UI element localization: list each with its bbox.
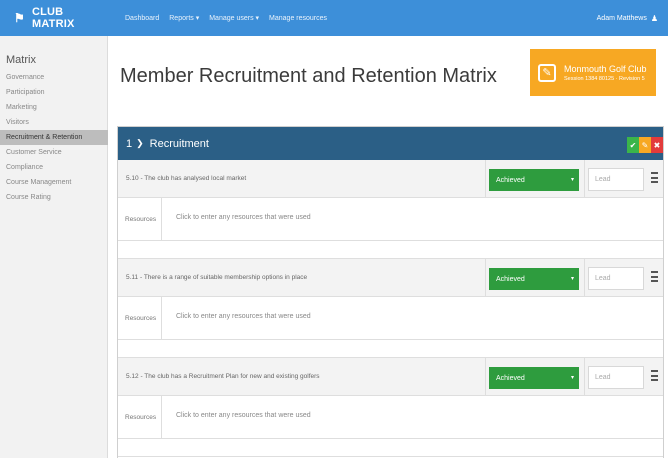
row-gap (118, 340, 663, 358)
sidebar-item-visitors[interactable]: Visitors (0, 115, 107, 130)
sidebar: Matrix Governance Participation Marketin… (0, 36, 108, 458)
sidebar-item-participation[interactable]: Participation (0, 85, 107, 100)
caret-down-icon: ▾ (570, 375, 574, 381)
caret-down-icon: ▾ (570, 177, 574, 183)
question-text: 5.10 - The club has analysed local marke… (126, 175, 247, 182)
brand-name: CLUB MATRIX (31, 6, 75, 30)
sidebar-item-course-management[interactable]: Course Management (0, 175, 107, 190)
divider (584, 358, 585, 396)
question-text: 5.12 - The club has a Recruitment Plan f… (126, 373, 320, 380)
divider (584, 259, 585, 297)
caret-down-icon: ▾ (570, 276, 574, 282)
resources-row: Resources Click to enter any resources t… (118, 297, 663, 340)
nav-reports[interactable]: Reports ▾ (169, 14, 199, 22)
chevron-right-icon: ❯ (136, 138, 144, 148)
sidebar-item-marketing[interactable]: Marketing (0, 100, 107, 115)
user-name: Adam Matthews (596, 14, 647, 22)
question-row: 5.11 - There is a range of suitable memb… (118, 259, 663, 297)
divider (485, 259, 486, 297)
resources-label: Resources (118, 297, 162, 340)
resources-row: Resources Click to enter any resources t… (118, 396, 663, 439)
user-icon: ♟ (650, 13, 658, 23)
flag-icon: ⚑ (14, 11, 25, 25)
page-title: Member Recruitment and Retention Matrix (120, 65, 497, 87)
recruitment-panel: 1 ❯ Recruitment ✔ ✎ ✖ 5.10 - The club ha… (117, 126, 664, 458)
divider (485, 358, 486, 396)
sidebar-item-course-rating[interactable]: Course Rating (0, 190, 107, 205)
list-icon[interactable] (651, 172, 658, 183)
question-row: 5.10 - The club has analysed local marke… (118, 160, 663, 198)
status-value: Achieved (496, 176, 525, 184)
nav-manage-resources[interactable]: Manage resources (269, 15, 327, 22)
sidebar-title: Matrix (6, 54, 36, 66)
user-menu[interactable]: Adam Matthews ♟ (597, 0, 658, 36)
wrench-icon[interactable]: ✎ (639, 137, 651, 153)
question-text: 5.11 - There is a range of suitable memb… (126, 274, 308, 281)
sidebar-item-customer-service[interactable]: Customer Service (0, 145, 107, 160)
resources-input[interactable]: Click to enter any resources that were u… (176, 412, 311, 419)
resources-label: Resources (118, 198, 162, 241)
sidebar-item-recruitment-retention[interactable]: Recruitment & Retention (0, 130, 108, 145)
list-icon[interactable] (651, 370, 658, 381)
check-icon[interactable]: ✔ (627, 137, 639, 153)
edit-icon: ✎ (538, 63, 556, 82)
close-icon[interactable]: ✖ (651, 137, 663, 153)
divider (584, 160, 585, 198)
top-navbar: ⚑ CLUB MATRIX Dashboard Reports ▾ Manage… (0, 0, 668, 36)
lead-input[interactable]: Lead (588, 168, 644, 191)
status-select[interactable]: Achieved ▾ (489, 169, 579, 191)
club-session: Session 1384 80125 · Revision 5 (564, 75, 645, 82)
sidebar-item-compliance[interactable]: Compliance (0, 160, 107, 175)
panel-title: Recruitment (149, 137, 209, 150)
panel-actions: ✔ ✎ ✖ (627, 137, 663, 153)
list-icon[interactable] (651, 271, 658, 282)
resources-row: Resources Click to enter any resources t… (118, 198, 663, 241)
resources-input[interactable]: Click to enter any resources that were u… (176, 313, 311, 320)
sidebar-item-governance[interactable]: Governance (0, 70, 107, 85)
resources-input[interactable]: Click to enter any resources that were u… (176, 214, 311, 221)
lead-input[interactable]: Lead (588, 366, 644, 389)
lead-input[interactable]: Lead (588, 267, 644, 290)
panel-header[interactable]: 1 ❯ Recruitment ✔ ✎ ✖ (118, 127, 663, 160)
nav-manage-users[interactable]: Manage users ▾ (209, 14, 259, 22)
status-value: Achieved (496, 275, 525, 283)
question-row: 5.12 - The club has a Recruitment Plan f… (118, 358, 663, 396)
club-name: Monmouth Golf Club (564, 63, 647, 74)
main-nav: Dashboard Reports ▾ Manage users ▾ Manag… (125, 0, 337, 36)
divider (485, 160, 486, 198)
row-gap (118, 241, 663, 259)
club-badge[interactable]: ✎ Monmouth Golf Club Session 1384 80125 … (530, 49, 656, 96)
nav-dashboard[interactable]: Dashboard (125, 15, 159, 22)
panel-number: 1 (126, 137, 133, 150)
resources-label: Resources (118, 396, 162, 439)
status-select[interactable]: Achieved ▾ (489, 268, 579, 290)
status-value: Achieved (496, 374, 525, 382)
status-select[interactable]: Achieved ▾ (489, 367, 579, 389)
row-gap (118, 439, 663, 457)
brand-logo[interactable]: ⚑ CLUB MATRIX (0, 0, 108, 36)
